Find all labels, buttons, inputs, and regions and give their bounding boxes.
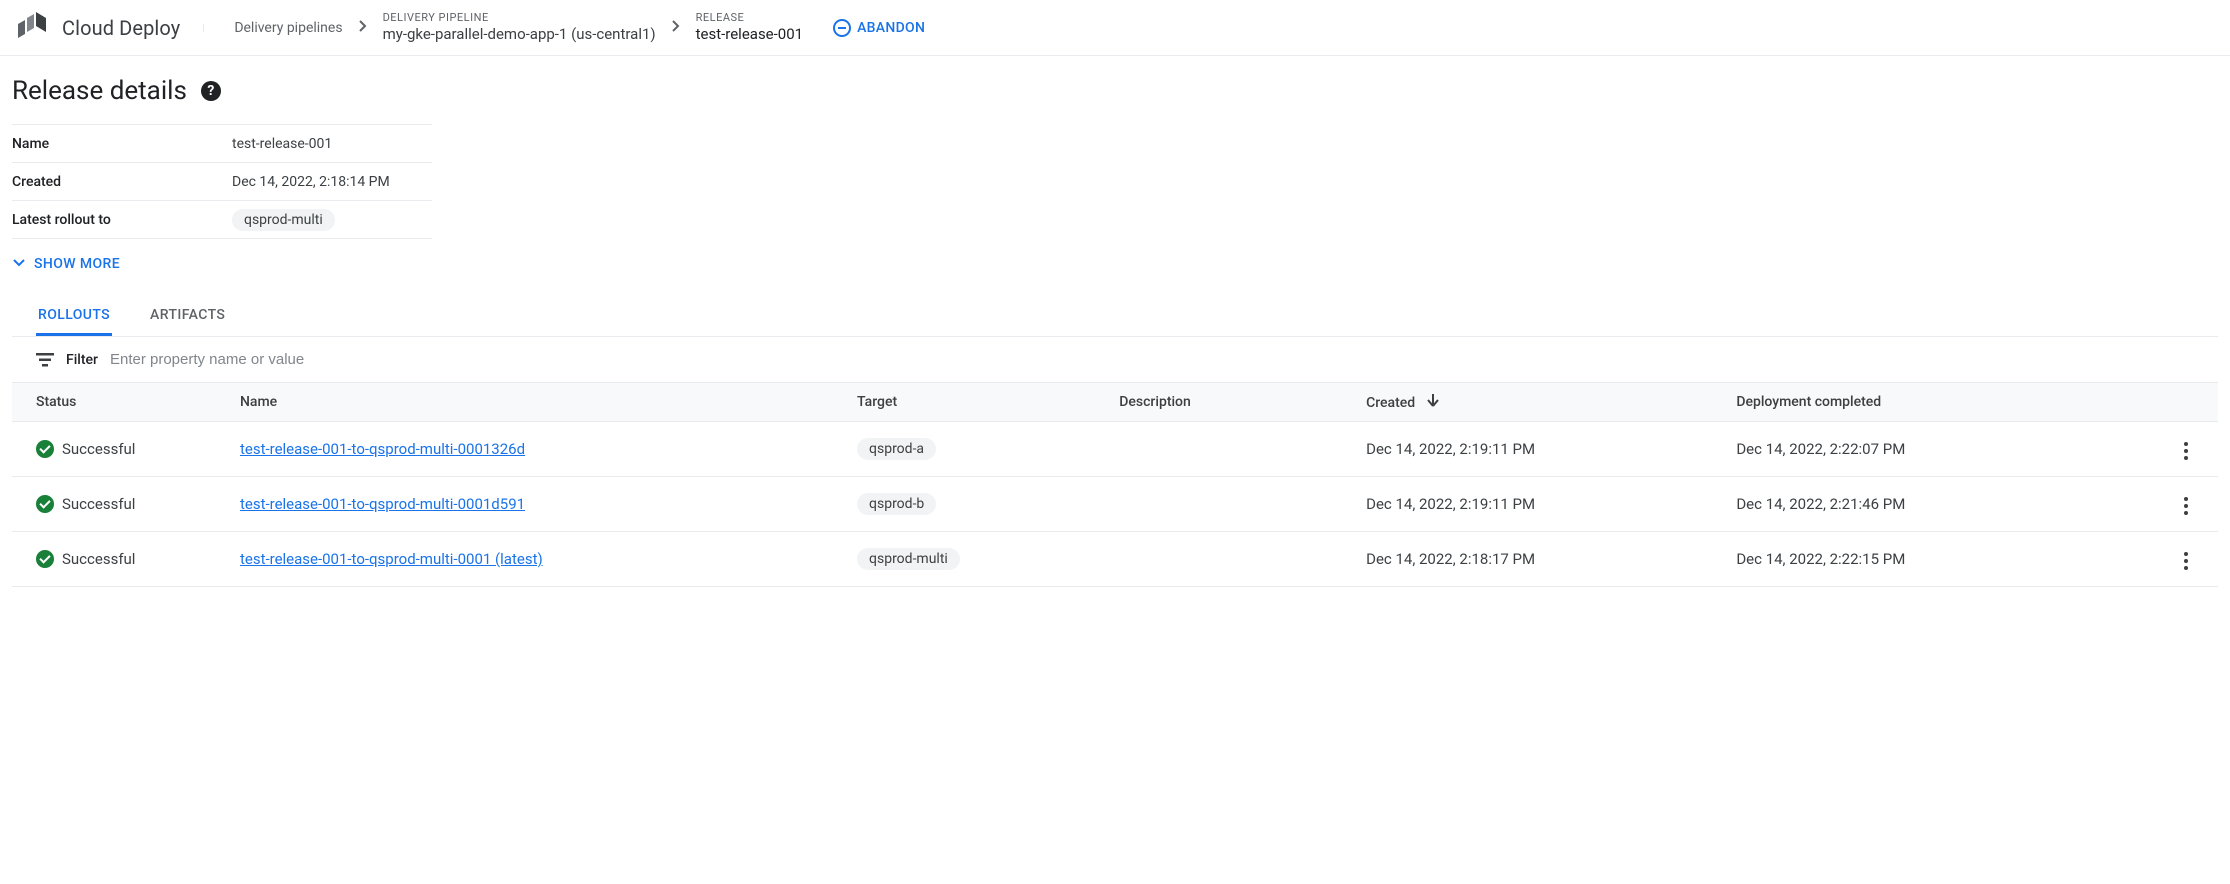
help-icon[interactable]: ?: [201, 81, 221, 101]
breadcrumb-release: RELEASE test-release-001: [686, 11, 813, 44]
deployed-cell: Dec 14, 2022, 2:22:15 PM: [1724, 532, 2125, 587]
breadcrumb-pipeline[interactable]: DELIVERY PIPELINE my-gke-parallel-demo-a…: [373, 11, 666, 44]
filter-icon: [36, 353, 54, 367]
table-row: Successful test-release-001-to-qsprod-mul…: [12, 532, 2218, 587]
row-menu-button[interactable]: [2178, 436, 2194, 466]
breadcrumb-release-value: test-release-001: [696, 25, 803, 44]
latest-rollout-chip[interactable]: qsprod-multi: [232, 209, 335, 231]
detail-name-value: test-release-001: [232, 136, 332, 152]
col-header-description[interactable]: Description: [1107, 383, 1354, 422]
breadcrumb-pipelines[interactable]: Delivery pipelines: [224, 20, 352, 36]
deployed-cell: Dec 14, 2022, 2:22:07 PM: [1724, 422, 2125, 477]
chevron-right-icon: [672, 20, 680, 36]
chevron-right-icon: [359, 20, 367, 36]
deployed-cell: Dec 14, 2022, 2:21:46 PM: [1724, 477, 2125, 532]
table-row: Successful test-release-001-to-qsprod-mul…: [12, 477, 2218, 532]
table-header-row: Status Name Target Description Created D…: [12, 383, 2218, 422]
detail-created-value: Dec 14, 2022, 2:18:14 PM: [232, 174, 390, 190]
target-chip[interactable]: qsprod-b: [857, 493, 936, 515]
description-cell: [1107, 532, 1354, 587]
status-text: Successful: [62, 550, 135, 568]
rollout-name-link[interactable]: test-release-001-to-qsprod-multi-0001326…: [240, 440, 525, 458]
abandon-label: ABANDON: [857, 20, 925, 36]
rollout-name-link[interactable]: test-release-001-to-qsprod-multi-0001d59…: [240, 495, 525, 513]
cloud-deploy-logo-icon: [16, 12, 48, 44]
show-more-label: SHOW MORE: [34, 256, 120, 272]
filter-label: Filter: [66, 352, 98, 368]
status-text: Successful: [62, 495, 135, 513]
abandon-icon: [833, 19, 851, 37]
row-menu-button[interactable]: [2178, 491, 2194, 521]
tab-rollouts[interactable]: ROLLOUTS: [36, 297, 112, 336]
success-icon: [36, 550, 54, 568]
status-cell: Successful: [36, 495, 216, 513]
tabs: ROLLOUTS ARTIFACTS: [12, 297, 2218, 337]
created-cell: Dec 14, 2022, 2:19:11 PM: [1354, 477, 1724, 532]
detail-row-name: Name test-release-001: [12, 125, 432, 163]
col-header-menu: [2125, 383, 2218, 422]
status-cell: Successful: [36, 550, 216, 568]
header-bar: Cloud Deploy Delivery pipelines DELIVERY…: [0, 0, 2230, 56]
description-cell: [1107, 477, 1354, 532]
detail-name-label: Name: [12, 136, 232, 152]
created-cell: Dec 14, 2022, 2:18:17 PM: [1354, 532, 1724, 587]
breadcrumb-release-label: RELEASE: [696, 11, 803, 25]
col-header-deployed[interactable]: Deployment completed: [1724, 383, 2125, 422]
page-title: Release details: [12, 76, 187, 106]
rollouts-table: Status Name Target Description Created D…: [12, 382, 2218, 587]
status-cell: Successful: [36, 440, 216, 458]
detail-row-created: Created Dec 14, 2022, 2:18:14 PM: [12, 163, 432, 201]
breadcrumb: Delivery pipelines DELIVERY PIPELINE my-…: [224, 11, 813, 44]
detail-latest-label: Latest rollout to: [12, 212, 232, 228]
abandon-button[interactable]: ABANDON: [833, 19, 925, 37]
show-more-button[interactable]: SHOW MORE: [12, 255, 2218, 273]
product-name: Cloud Deploy: [62, 16, 180, 40]
filter-bar: Filter: [12, 337, 2218, 382]
chevron-down-icon: [12, 255, 26, 273]
rollout-name-link[interactable]: test-release-001-to-qsprod-multi-0001 (l…: [240, 550, 543, 568]
product-block: Cloud Deploy: [16, 12, 204, 44]
target-chip[interactable]: qsprod-a: [857, 438, 936, 460]
description-cell: [1107, 422, 1354, 477]
table-row: Successful test-release-001-to-qsprod-mul…: [12, 422, 2218, 477]
success-icon: [36, 440, 54, 458]
success-icon: [36, 495, 54, 513]
target-chip[interactable]: qsprod-multi: [857, 548, 960, 570]
sort-desc-icon: [1427, 395, 1439, 411]
col-header-created-label: Created: [1366, 395, 1415, 411]
breadcrumb-pipeline-value: my-gke-parallel-demo-app-1 (us-central1): [383, 25, 656, 44]
detail-created-label: Created: [12, 174, 232, 190]
row-menu-button[interactable]: [2178, 546, 2194, 576]
status-text: Successful: [62, 440, 135, 458]
col-header-name[interactable]: Name: [228, 383, 845, 422]
detail-row-latest: Latest rollout to qsprod-multi: [12, 201, 432, 239]
details-table: Name test-release-001 Created Dec 14, 20…: [12, 124, 432, 239]
created-cell: Dec 14, 2022, 2:19:11 PM: [1354, 422, 1724, 477]
col-header-created[interactable]: Created: [1354, 383, 1724, 422]
filter-input[interactable]: [110, 351, 2194, 368]
tab-artifacts[interactable]: ARTIFACTS: [148, 297, 227, 336]
col-header-target[interactable]: Target: [845, 383, 1107, 422]
breadcrumb-pipeline-label: DELIVERY PIPELINE: [383, 11, 656, 25]
col-header-status[interactable]: Status: [12, 383, 228, 422]
